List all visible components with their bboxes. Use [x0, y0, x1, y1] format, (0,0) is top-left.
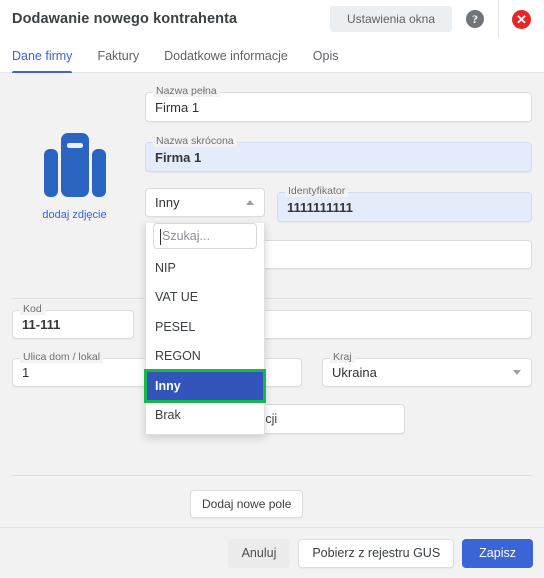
tab-opis[interactable]: Opis [313, 49, 339, 72]
field-street-label: Ulica dom / lokal [20, 351, 104, 363]
field-full-name[interactable]: Nazwa pełna Firma 1 [145, 85, 532, 122]
dropdown-option-vat-ue[interactable]: VAT UE [146, 283, 264, 313]
field-identifier-label: Identyfikator [285, 185, 349, 197]
fetch-gus-button[interactable]: Pobierz z rejestru GUS [298, 538, 455, 568]
identifier-type-select[interactable]: Inny [145, 188, 265, 217]
field-identifier[interactable]: Identyfikator 1111111111 [277, 185, 532, 222]
identifier-type-dropdown: Inny Szukaj... NIP VAT UE PESEL REGON In… [144, 188, 266, 435]
identifier-type-selected-value: Inny [155, 195, 180, 210]
field-short-name-label: Nazwa skrócona [153, 135, 237, 147]
field-street-value: 1 [22, 365, 30, 380]
add-photo-area[interactable]: dodaj zdjęcie [22, 133, 127, 221]
chevron-down-icon[interactable] [513, 370, 521, 375]
tab-dodatkowe-informacje[interactable]: Dodatkowe informacje [164, 49, 288, 72]
dropdown-search-placeholder: Szukaj... [154, 229, 210, 243]
add-new-field-button[interactable]: Dodaj nowe pole [190, 490, 304, 518]
dialog-body: dodaj zdjęcie Nazwa pełna Firma 1 Nazwa … [0, 73, 544, 527]
dialog-titlebar: Dodawanie nowego kontrahenta Ustawienia … [0, 0, 544, 38]
chevron-up-icon[interactable] [246, 200, 254, 205]
field-full-name-label: Nazwa pełna [153, 85, 220, 97]
window-settings-button[interactable]: Ustawienia okna [329, 6, 452, 32]
tab-dane-firmy[interactable]: Dane firmy [12, 49, 73, 73]
dropdown-option-inny[interactable]: Inny [144, 369, 266, 403]
titlebar-divider [498, 0, 499, 38]
save-button[interactable]: Zapisz [462, 538, 533, 568]
close-icon[interactable]: ✕ [512, 9, 531, 29]
add-contractor-dialog: Dodawanie nowego kontrahenta Ustawienia … [0, 0, 544, 578]
dialog-footer: Anuluj Pobierz z rejestru GUS Zapisz [0, 527, 544, 578]
add-photo-label: dodaj zdjęcie [42, 209, 107, 221]
section-divider-2 [12, 475, 532, 476]
briefcase-icon [43, 133, 106, 202]
dropdown-option-brak[interactable]: Brak [146, 401, 264, 431]
field-country[interactable]: Kraj Ukraina [322, 351, 532, 387]
tab-bar: Dane firmy Faktury Dodatkowe informacje … [0, 38, 544, 73]
field-full-name-value: Firma 1 [155, 99, 200, 115]
dropdown-option-regon[interactable]: REGON [146, 342, 264, 372]
field-country-value: Ukraina [332, 365, 377, 380]
field-identifier-value: 1111111111 [287, 199, 353, 215]
field-short-name-value: Firma 1 [155, 149, 202, 165]
titlebar-actions: Ustawienia okna ? ✕ [329, 0, 544, 38]
dropdown-option-nip[interactable]: NIP [146, 253, 264, 283]
field-kod-label: Kod [20, 303, 45, 315]
identifier-type-options-panel: Szukaj... NIP VAT UE PESEL REGON Inny Br… [144, 223, 266, 435]
field-kod[interactable]: Kod 11-111 [12, 303, 134, 339]
page-title: Dodawanie nowego kontrahenta [12, 11, 238, 27]
help-icon[interactable]: ? [466, 10, 484, 28]
dropdown-search-input[interactable]: Szukaj... [153, 223, 257, 249]
cancel-button[interactable]: Anuluj [227, 538, 291, 568]
section-divider-1 [12, 298, 532, 299]
tab-faktury[interactable]: Faktury [97, 49, 139, 72]
dropdown-option-pesel[interactable]: PESEL [146, 312, 264, 342]
field-country-label: Kraj [330, 351, 355, 363]
field-short-name[interactable]: Nazwa skrócona Firma 1 [145, 135, 532, 172]
field-kod-value: 11-111 [22, 317, 61, 332]
